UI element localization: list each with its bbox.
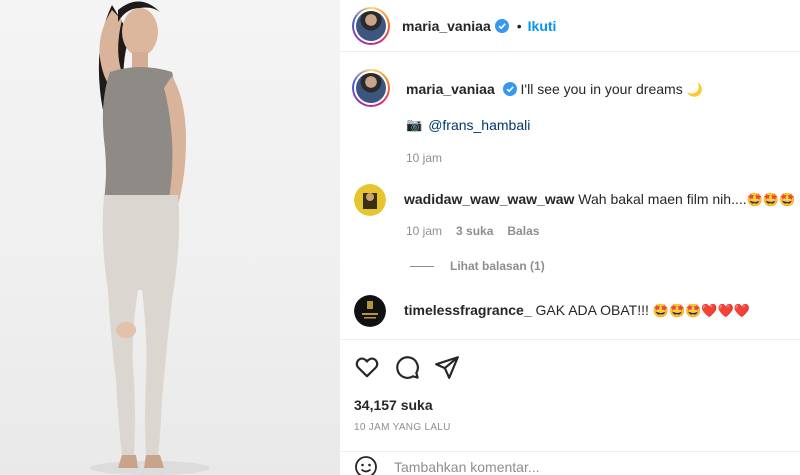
- emoji-icon[interactable]: [354, 455, 378, 475]
- comment-meta: 10 jam 3 suka Balas: [406, 224, 539, 238]
- post-actions: 34,157 suka 10 JAM YANG LALU: [340, 339, 800, 475]
- author-avatar[interactable]: [352, 6, 390, 45]
- view-replies-button[interactable]: Lihat balasan (1): [410, 259, 545, 273]
- comment-item: wadidaw_waw_waw_waw Wah bakal maen film …: [354, 184, 795, 216]
- add-comment-bar: [340, 451, 800, 475]
- separator-dot: •: [516, 17, 522, 34]
- camera-emoji: 📷: [406, 117, 423, 133]
- author-username[interactable]: maria_vaniaa: [402, 18, 491, 34]
- replies-divider: [410, 265, 434, 267]
- comment-emojis: 🤩🤩🤩❤️❤️❤️: [652, 304, 750, 319]
- commenter-avatar[interactable]: [354, 295, 386, 327]
- model-illustration: [90, 1, 210, 475]
- follow-button[interactable]: Ikuti: [528, 18, 557, 34]
- comment-icon[interactable]: [394, 354, 420, 380]
- heart-icon[interactable]: [354, 354, 380, 380]
- post-photo[interactable]: [0, 0, 340, 475]
- share-icon[interactable]: [434, 354, 460, 380]
- commenter-username[interactable]: wadidaw_waw_waw_waw: [404, 191, 574, 207]
- reply-button[interactable]: Balas: [507, 224, 539, 238]
- likes-count[interactable]: 34,157 suka: [354, 397, 433, 413]
- comment-input[interactable]: [394, 458, 754, 475]
- post-timestamp[interactable]: 10 JAM YANG LALU: [354, 422, 451, 433]
- credit-mention-link[interactable]: @frans_hambali: [428, 117, 530, 133]
- comments-list[interactable]: maria_vaniaa I'll see you in your dreams…: [340, 53, 800, 339]
- caption-avatar[interactable]: [352, 69, 390, 107]
- view-replies-label: Lihat balasan (1): [450, 259, 545, 273]
- comment-text: GAK ADA OBAT!!!: [535, 302, 649, 318]
- comment-text: Wah bakal maen film nih....: [578, 191, 747, 207]
- commenter-avatar[interactable]: [354, 184, 386, 216]
- caption-time[interactable]: 10 jam: [406, 151, 442, 165]
- comment-likes[interactable]: 3 suka: [456, 224, 493, 238]
- moon-emoji: 🌙: [686, 83, 703, 98]
- verified-icon: [494, 18, 509, 33]
- comment-time[interactable]: 10 jam: [406, 224, 442, 238]
- comment-emojis: 🤩🤩🤩: [746, 193, 796, 208]
- post-panel: maria_vaniaa • Ikuti maria_vaniaa I'll s…: [340, 0, 800, 475]
- caption: maria_vaniaa I'll see you in your dreams…: [352, 69, 703, 107]
- commenter-username[interactable]: timelessfragrance_: [404, 302, 532, 318]
- caption-text: I'll see you in your dreams: [520, 81, 683, 97]
- verified-icon: [502, 82, 517, 96]
- caption-username[interactable]: maria_vaniaa: [406, 81, 495, 97]
- post-header: maria_vaniaa • Ikuti: [340, 0, 800, 52]
- photo-credit: 📷 @frans_hambali: [406, 117, 530, 133]
- comment-item: timelessfragrance_ GAK ADA OBAT!!! 🤩🤩🤩❤️…: [354, 295, 750, 327]
